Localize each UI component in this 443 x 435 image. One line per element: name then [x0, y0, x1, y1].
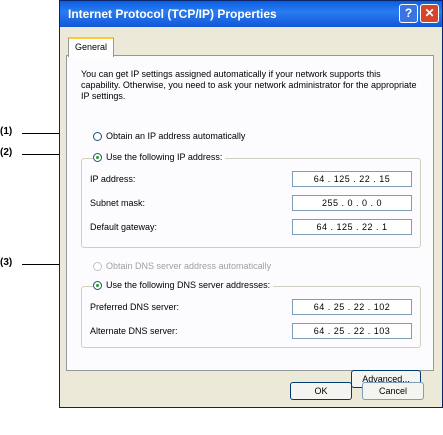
- use-following-dns-label: Use the following DNS server addresses:: [106, 280, 271, 290]
- radio-dot-icon: [93, 131, 102, 141]
- obtain-ip-auto-label: Obtain an IP address automatically: [106, 131, 246, 141]
- callout-1: (1): [0, 126, 13, 137]
- radio-selected-icon: [93, 152, 102, 162]
- obtain-ip-auto-radio[interactable]: Obtain an IP address automatically: [93, 131, 249, 141]
- subnet-mask-row: Subnet mask: 255 . 0 . 0 . 0: [90, 194, 412, 212]
- preferred-dns-row: Preferred DNS server: 64 . 25 . 22 . 102: [90, 298, 412, 316]
- ok-button[interactable]: OK: [290, 382, 352, 400]
- ip-address-field[interactable]: 64 . 125 . 22 . 15: [292, 171, 412, 187]
- tab-general[interactable]: General: [68, 37, 115, 57]
- help-button[interactable]: ?: [399, 4, 418, 23]
- subnet-mask-label: Subnet mask:: [90, 198, 146, 208]
- radio-dot-icon: [93, 261, 102, 271]
- preferred-dns-field[interactable]: 64 . 25 . 22 . 102: [292, 299, 412, 315]
- obtain-dns-auto-label: Obtain DNS server address automatically: [106, 261, 272, 271]
- window-title: Internet Protocol (TCP/IP) Properties: [68, 7, 277, 21]
- properties-dialog: Internet Protocol (TCP/IP) Properties ? …: [59, 0, 443, 408]
- ip-address-group: IP address: 64 . 125 . 22 . 15 Subnet ma…: [81, 158, 421, 248]
- preferred-dns-label: Preferred DNS server:: [90, 302, 180, 312]
- use-following-ip-label: Use the following IP address:: [106, 152, 223, 162]
- callout-3: (3): [0, 257, 13, 268]
- default-gateway-field[interactable]: 64 . 125 . 22 . 1: [292, 219, 412, 235]
- default-gateway-row: Default gateway: 64 . 125 . 22 . 1: [90, 218, 412, 236]
- obtain-dns-auto-radio[interactable]: Obtain DNS server address automatically: [93, 261, 275, 271]
- ip-address-label: IP address:: [90, 174, 136, 184]
- alternate-dns-row: Alternate DNS server: 64 . 25 . 22 . 103: [90, 322, 412, 340]
- use-following-dns-radio[interactable]: Use the following DNS server addresses:: [93, 280, 274, 290]
- dns-server-group: Preferred DNS server: 64 . 25 . 22 . 102…: [81, 286, 421, 348]
- title-bar[interactable]: Internet Protocol (TCP/IP) Properties ? …: [60, 1, 442, 27]
- use-following-ip-radio[interactable]: Use the following IP address:: [93, 152, 226, 162]
- default-gateway-label: Default gateway:: [90, 222, 158, 232]
- subnet-mask-field[interactable]: 255 . 0 . 0 . 0: [292, 195, 412, 211]
- cancel-button[interactable]: Cancel: [362, 382, 424, 400]
- callout-2: (2): [0, 147, 13, 158]
- close-button[interactable]: ✕: [420, 4, 439, 23]
- general-panel: You can get IP settings assigned automat…: [66, 55, 434, 388]
- intro-text: You can get IP settings assigned automat…: [81, 69, 417, 101]
- radio-selected-icon: [93, 280, 102, 290]
- alternate-dns-label: Alternate DNS server:: [90, 326, 178, 336]
- ip-address-row: IP address: 64 . 125 . 22 . 15: [90, 170, 412, 188]
- alternate-dns-field[interactable]: 64 . 25 . 22 . 103: [292, 323, 412, 339]
